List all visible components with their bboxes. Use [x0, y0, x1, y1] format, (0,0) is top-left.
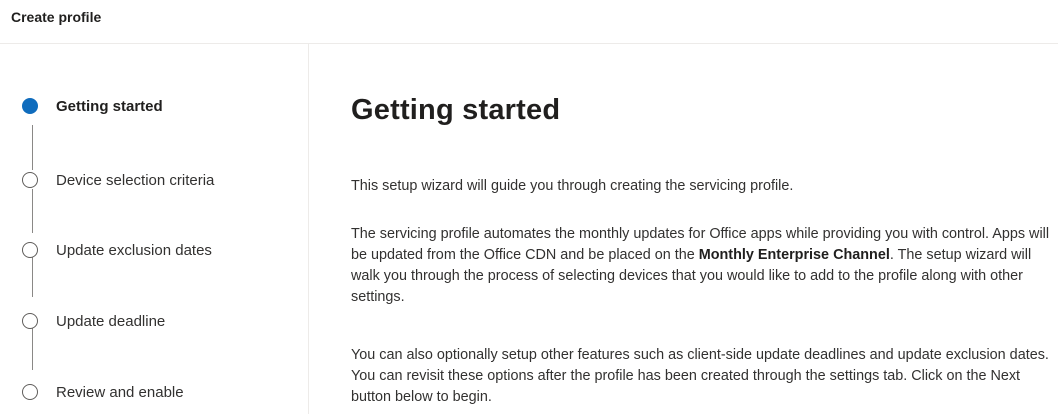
step-update-exclusion-dates[interactable]: Update exclusion dates: [22, 240, 212, 260]
wizard-steps-sidebar: Getting started Device selection criteri…: [0, 44, 309, 414]
header-bar: Create profile: [0, 0, 1058, 44]
step-circle-icon: [22, 172, 38, 188]
step-update-deadline[interactable]: Update deadline: [22, 311, 165, 331]
step-label: Device selection criteria: [56, 171, 215, 189]
main-content: Getting started This setup wizard will g…: [309, 44, 1058, 414]
step-circle-icon: [22, 384, 38, 400]
active-step-dot-icon: [22, 98, 38, 114]
step-label: Update exclusion dates: [56, 241, 212, 259]
description-paragraph: The servicing profile automates the mont…: [351, 224, 1056, 308]
step-circle-icon: [22, 313, 38, 329]
step-getting-started[interactable]: Getting started: [22, 96, 163, 116]
page-title: Create profile: [11, 9, 102, 25]
section-title: Getting started: [351, 94, 561, 126]
optional-features-paragraph: You can also optionally setup other feat…: [351, 347, 1049, 405]
channel-name: Monthly Enterprise Channel: [698, 247, 890, 263]
step-connector: [32, 189, 33, 233]
step-device-selection-criteria[interactable]: Device selection criteria: [22, 170, 214, 190]
step-circle-icon: [22, 242, 38, 258]
step-connector: [32, 125, 33, 170]
step-label: Getting started: [56, 97, 163, 115]
intro-paragraph: This setup wizard will guide you through…: [351, 178, 794, 194]
step-label: Review and enable: [56, 383, 184, 401]
step-review-and-enable[interactable]: Review and enable: [22, 382, 184, 402]
step-label: Update deadline: [56, 312, 166, 330]
